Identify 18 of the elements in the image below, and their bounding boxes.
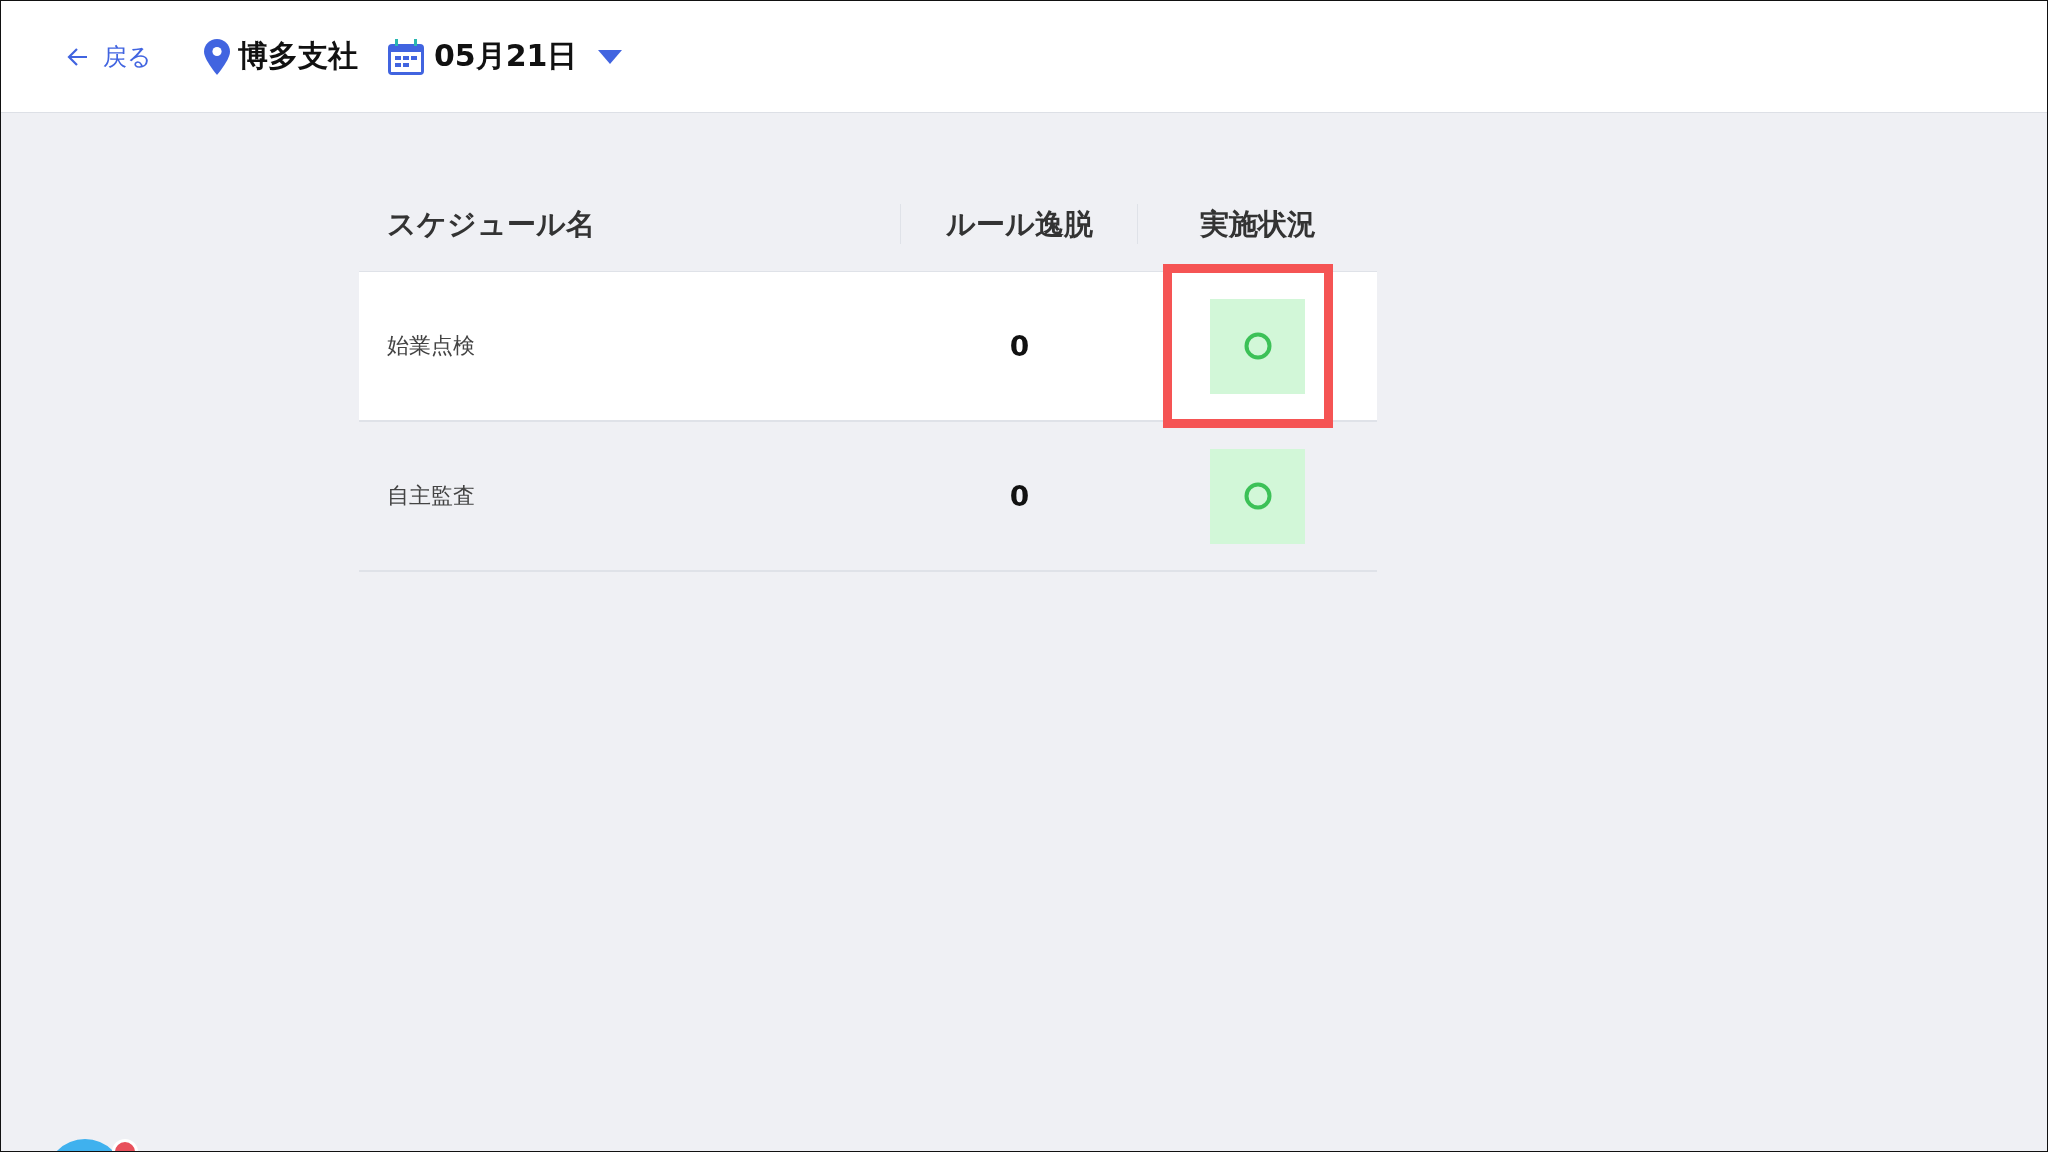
back-link[interactable]: 戻る bbox=[67, 40, 152, 73]
calendar-icon bbox=[386, 36, 426, 77]
deviation-count: 0 bbox=[1008, 479, 1031, 513]
location-name: 博多支社 bbox=[238, 37, 358, 75]
schedule-name: 自主監査 bbox=[386, 482, 476, 510]
table-row[interactable]: 自主監査 0 bbox=[359, 422, 1377, 572]
back-arrow-icon bbox=[67, 46, 89, 67]
circle-icon bbox=[1242, 331, 1273, 361]
circle-icon bbox=[1242, 481, 1273, 511]
date-selector[interactable]: 05月21日 bbox=[386, 36, 622, 77]
map-pin-icon bbox=[204, 38, 230, 75]
column-header: スケジュール名 bbox=[359, 203, 901, 244]
column-header: 実施状況 bbox=[1198, 205, 1317, 243]
schedule-name: 始業点検 bbox=[386, 332, 476, 360]
table-row[interactable]: 始業点検 0 bbox=[359, 272, 1377, 422]
deviation-count: 0 bbox=[1008, 329, 1031, 363]
column-header: ルール逸脱 bbox=[901, 203, 1138, 244]
dropdown-caret-icon bbox=[597, 49, 622, 64]
